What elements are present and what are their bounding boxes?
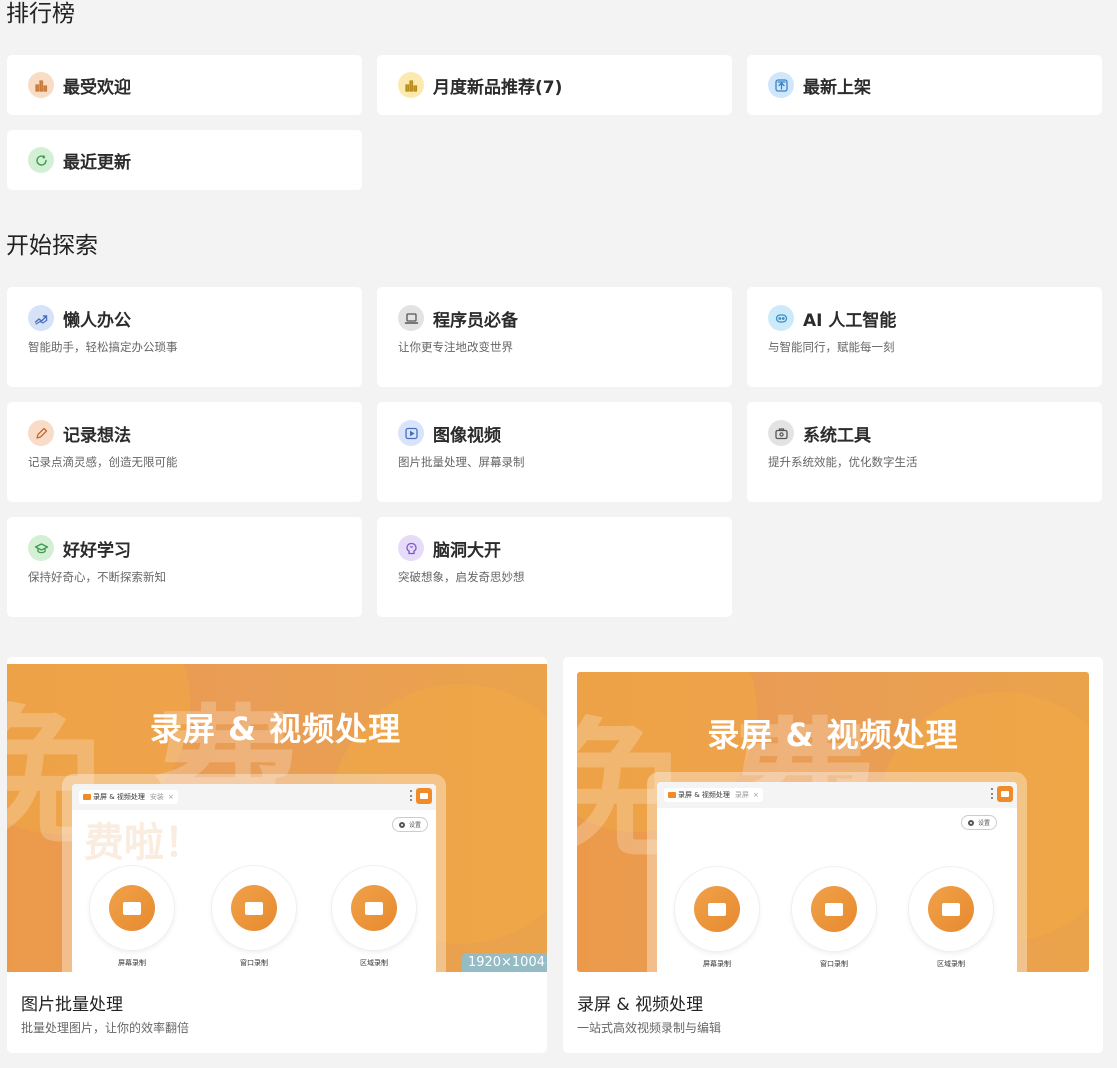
feature-card-screen-record[interactable]: 免费 录屏 & 视频处理 录屏 & 视频处理录屏× 设置 屏幕录制 窗口录制 区… <box>563 657 1103 1053</box>
play-icon <box>398 420 424 446</box>
app-logo-icon <box>997 786 1013 802</box>
explore-item-desc: 图片批量处理、屏幕录制 <box>398 455 525 469</box>
mode-window-record: 窗口录制 <box>212 866 296 968</box>
ranking-item-label: 月度新品推荐(7) <box>433 77 563 98</box>
bar-chart-icon <box>28 72 54 98</box>
banner-headline: 录屏 & 视频处理 <box>707 716 959 754</box>
mode-region-record: 区域录制 <box>332 866 416 968</box>
feature-desc: 批量处理图片，让你的效率翻倍 <box>21 1021 190 1035</box>
ranking-item-label: 最受欢迎 <box>63 77 131 98</box>
upload-icon <box>768 72 794 98</box>
trend-icon <box>28 305 54 331</box>
settings-button: 设置 <box>960 815 997 830</box>
app-logo-icon <box>416 788 432 804</box>
explore-item-label: 系统工具 <box>803 425 871 446</box>
explore-item-label: 程序员必备 <box>433 310 518 331</box>
gear-icon <box>398 821 405 828</box>
more-icon <box>991 788 993 799</box>
brain-icon <box>398 535 424 561</box>
explore-item-desc: 记录点滴灵感，创造无限可能 <box>28 455 178 469</box>
laptop-icon <box>398 305 424 331</box>
explore-title: 开始探索 <box>6 233 98 259</box>
ranking-item-label: 最近更新 <box>63 152 131 173</box>
gear-icon <box>967 819 974 826</box>
explore-item-desc: 突破想象，启发奇思妙想 <box>398 570 525 584</box>
feature-banner: 免费 录屏 & 视频处理 录屏 & 视频处理录屏× 设置 屏幕录制 窗口录制 区… <box>577 672 1089 972</box>
dimension-badge: 1920×1004 <box>461 953 547 972</box>
ranking-item-newest[interactable]: 最新上架 <box>747 55 1102 115</box>
explore-item-brainstorm[interactable]: 脑洞大开 突破想象，启发奇思妙想 <box>377 517 732 617</box>
banner-headline: 录屏 & 视频处理 <box>149 710 402 748</box>
explore-item-image-video[interactable]: 图像视频 图片批量处理、屏幕录制 <box>377 402 732 502</box>
app-window-preview: 录屏 & 视频处理 录屏 × 设置 屏幕录制 窗口录制 区域录制 <box>657 782 1017 972</box>
mode-window-record: 窗口录制 <box>792 867 876 969</box>
toolbox-icon <box>768 420 794 446</box>
explore-item-desc: 与智能同行，赋能每一刻 <box>768 340 895 354</box>
refresh-icon <box>28 147 54 173</box>
explore-item-label: 好好学习 <box>63 540 131 561</box>
feature-banner: 免费 录屏 & 视频处理 录屏 & 视频处理 安装 × 费啦！ 设置 屏幕录制 窗口… <box>7 664 547 972</box>
explore-item-label: 懒人办公 <box>63 310 131 331</box>
ranking-item-popular[interactable]: 最受欢迎 <box>7 55 362 115</box>
feature-title: 图片批量处理 <box>21 995 123 1015</box>
explore-item-label: 图像视频 <box>433 425 501 446</box>
mode-screen-record: 屏幕录制 <box>675 867 759 969</box>
feature-title: 录屏 & 视频处理 <box>577 995 704 1015</box>
ranking-item-monthly-new[interactable]: 月度新品推荐(7) <box>377 55 732 115</box>
pencil-icon <box>28 420 54 446</box>
explore-item-label: AI 人工智能 <box>803 310 897 331</box>
explore-item-notes[interactable]: 记录想法 记录点滴灵感，创造无限可能 <box>7 402 362 502</box>
explore-item-office[interactable]: 懒人办公 智能助手，轻松搞定办公琐事 <box>7 287 362 387</box>
explore-item-desc: 提升系统效能，优化数字生活 <box>768 455 918 469</box>
ranking-item-recently-updated[interactable]: 最近更新 <box>7 130 362 190</box>
graduation-cap-icon <box>28 535 54 561</box>
ranking-title: 排行榜 <box>6 1 75 27</box>
window-tab: 录屏 & 视频处理 安装 × <box>79 790 178 804</box>
explore-item-desc: 让你更专注地改变世界 <box>398 340 513 354</box>
ranking-item-label: 最新上架 <box>803 77 871 98</box>
app-window-preview: 录屏 & 视频处理 安装 × 费啦！ 设置 屏幕录制 窗口录制 区域录制 <box>72 784 436 972</box>
decor-text-2: 费啦！ <box>84 820 204 866</box>
robot-icon <box>768 305 794 331</box>
mode-region-record: 区域录制 <box>909 867 993 969</box>
explore-item-study[interactable]: 好好学习 保持好奇心，不断探索新知 <box>7 517 362 617</box>
settings-button: 设置 <box>391 817 428 832</box>
feature-desc: 一站式高效视频录制与编辑 <box>577 1021 722 1035</box>
explore-item-desc: 智能助手，轻松搞定办公琐事 <box>28 340 178 354</box>
window-tab: 录屏 & 视频处理 录屏 × <box>664 788 763 802</box>
explore-item-label: 记录想法 <box>63 425 131 446</box>
explore-item-label: 脑洞大开 <box>433 540 501 561</box>
bar-chart-icon <box>398 72 424 98</box>
explore-item-ai[interactable]: AI 人工智能 与智能同行，赋能每一刻 <box>747 287 1102 387</box>
feature-card-batch-image[interactable]: 免费 录屏 & 视频处理 录屏 & 视频处理 安装 × 费啦！ 设置 屏幕录制 窗口… <box>7 657 547 1053</box>
mode-screen-record: 屏幕录制 <box>90 866 174 968</box>
explore-item-desc: 保持好奇心，不断探索新知 <box>28 570 166 584</box>
explore-item-system-tools[interactable]: 系统工具 提升系统效能，优化数字生活 <box>747 402 1102 502</box>
more-icon <box>410 790 412 801</box>
explore-item-developer[interactable]: 程序员必备 让你更专注地改变世界 <box>377 287 732 387</box>
